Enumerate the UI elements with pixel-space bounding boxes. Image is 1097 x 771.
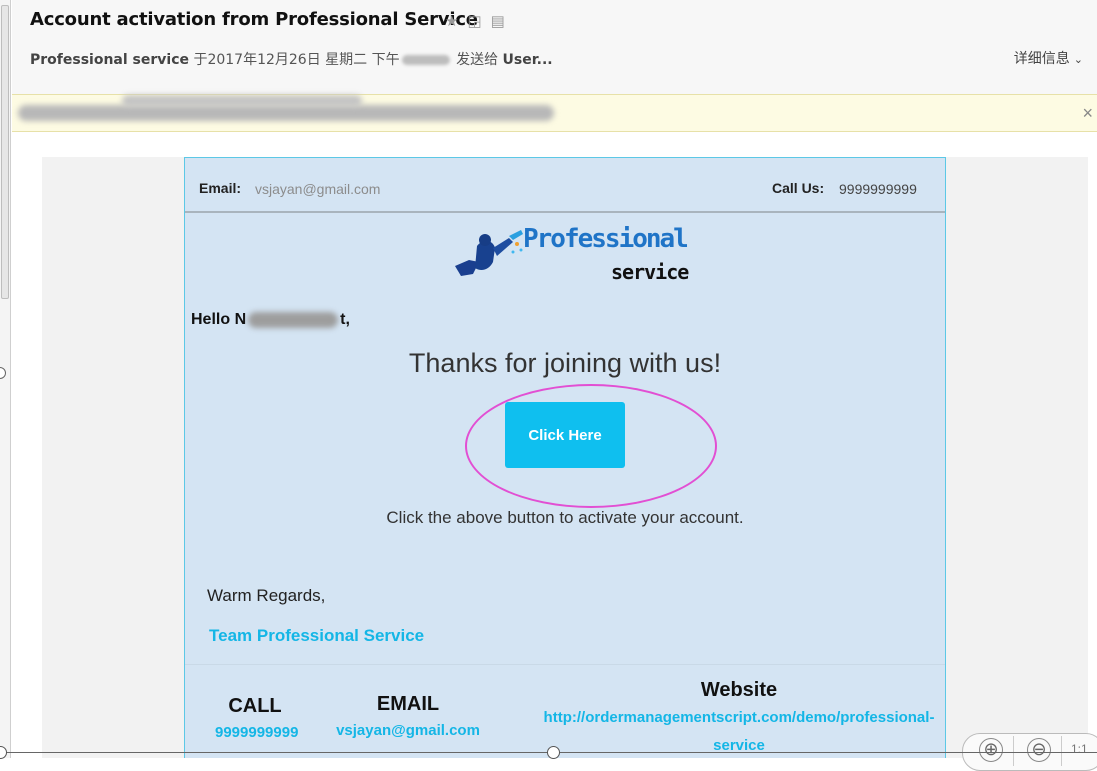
sender-name[interactable]: Professional service [30,52,189,68]
redacted-notice-text [18,105,554,121]
call-value: 9999999999 [839,181,917,197]
footer-email-value[interactable]: vsjayan@gmail.com [333,722,483,739]
email-label: Email: [199,180,242,196]
email-header: Account activation from Professional Ser… [12,0,1097,94]
zoom-divider [1013,736,1014,766]
footer-call-value[interactable]: 9999999999 [215,724,298,741]
notice-bar: × [12,94,1097,132]
footer-call: CALL 9999999999 [215,695,298,741]
thanks-heading: Thanks for joining with us! [408,348,722,378]
call-label: Call Us: [772,180,825,196]
brand-logo: Professional service [449,222,689,288]
cta-area: Click Here [465,384,717,508]
close-icon[interactable]: × [1082,103,1093,124]
logo-text-primary: Professional [523,224,689,254]
email-card: Email: vsjayan@gmail.com Call Us: 999999… [184,157,946,758]
subject-actions: ★ ◲ ▤ [445,12,505,30]
resize-handle-bottom[interactable] [547,746,560,759]
contact-topbar: Email: vsjayan@gmail.com Call Us: 999999… [185,158,945,213]
email-value[interactable]: vsjayan@gmail.com [255,181,380,197]
footer-website: Website http://ordermanagementscript.com… [539,679,939,758]
email-meta: Professional service 于2017年12月26日 星期二 下午… [30,49,553,69]
window-resize-handle[interactable] [0,367,6,379]
redacted-name [248,311,339,328]
print-icon[interactable]: ▤ [491,12,505,30]
email-subject: Account activation from Professional Ser… [30,9,478,30]
email-date: 于2017年12月26日 星期二 下午 [193,52,400,68]
greeting: Hello N t, [191,311,350,329]
team-signature-link[interactable]: Team Professional Service [209,626,424,646]
sent-to-label: 发送给 [456,52,499,68]
zoom-out-icon[interactable]: ⊖ [1027,738,1051,762]
zoom-divider-2 [1061,736,1062,766]
redacted-time [401,55,450,65]
footer-email: EMAIL vsjayan@gmail.com [333,693,483,739]
details-toggle[interactable]: 详细信息 ⌄ [1014,48,1083,68]
activation-instruction: Click the above button to activate your … [386,508,744,527]
scroll-thumb[interactable] [1,5,9,299]
zoom-level[interactable]: 1:1 [1071,742,1088,756]
left-scrollbar[interactable] [0,0,11,758]
greeting-suffix: t, [340,311,350,328]
footer-website-link[interactable]: http://ordermanagementscript.com/demo/pr… [539,704,939,758]
star-icon[interactable]: ★ [445,12,458,30]
zoom-in-icon[interactable]: ⊕ [979,738,1003,762]
regards-text: Warm Regards, [207,586,326,605]
popout-icon[interactable]: ◲ [467,12,481,30]
chevron-down-icon: ⌄ [1073,53,1083,66]
greeting-prefix: Hello N [191,311,247,328]
footer-email-title: EMAIL [376,693,440,715]
footer-call-title: CALL [228,695,282,717]
logo-text-secondary: service [611,260,689,284]
activate-button[interactable]: Click Here [505,402,625,468]
contact-footer: CALL 9999999999 EMAIL vsjayan@gmail.com … [185,664,945,758]
recipient-name[interactable]: User... [503,52,553,68]
footer-website-title: Website [700,679,778,701]
redacted-notice-text-2 [122,95,362,107]
details-label: 详细信息 [1013,51,1070,67]
cleaner-figure-icon [455,230,523,276]
